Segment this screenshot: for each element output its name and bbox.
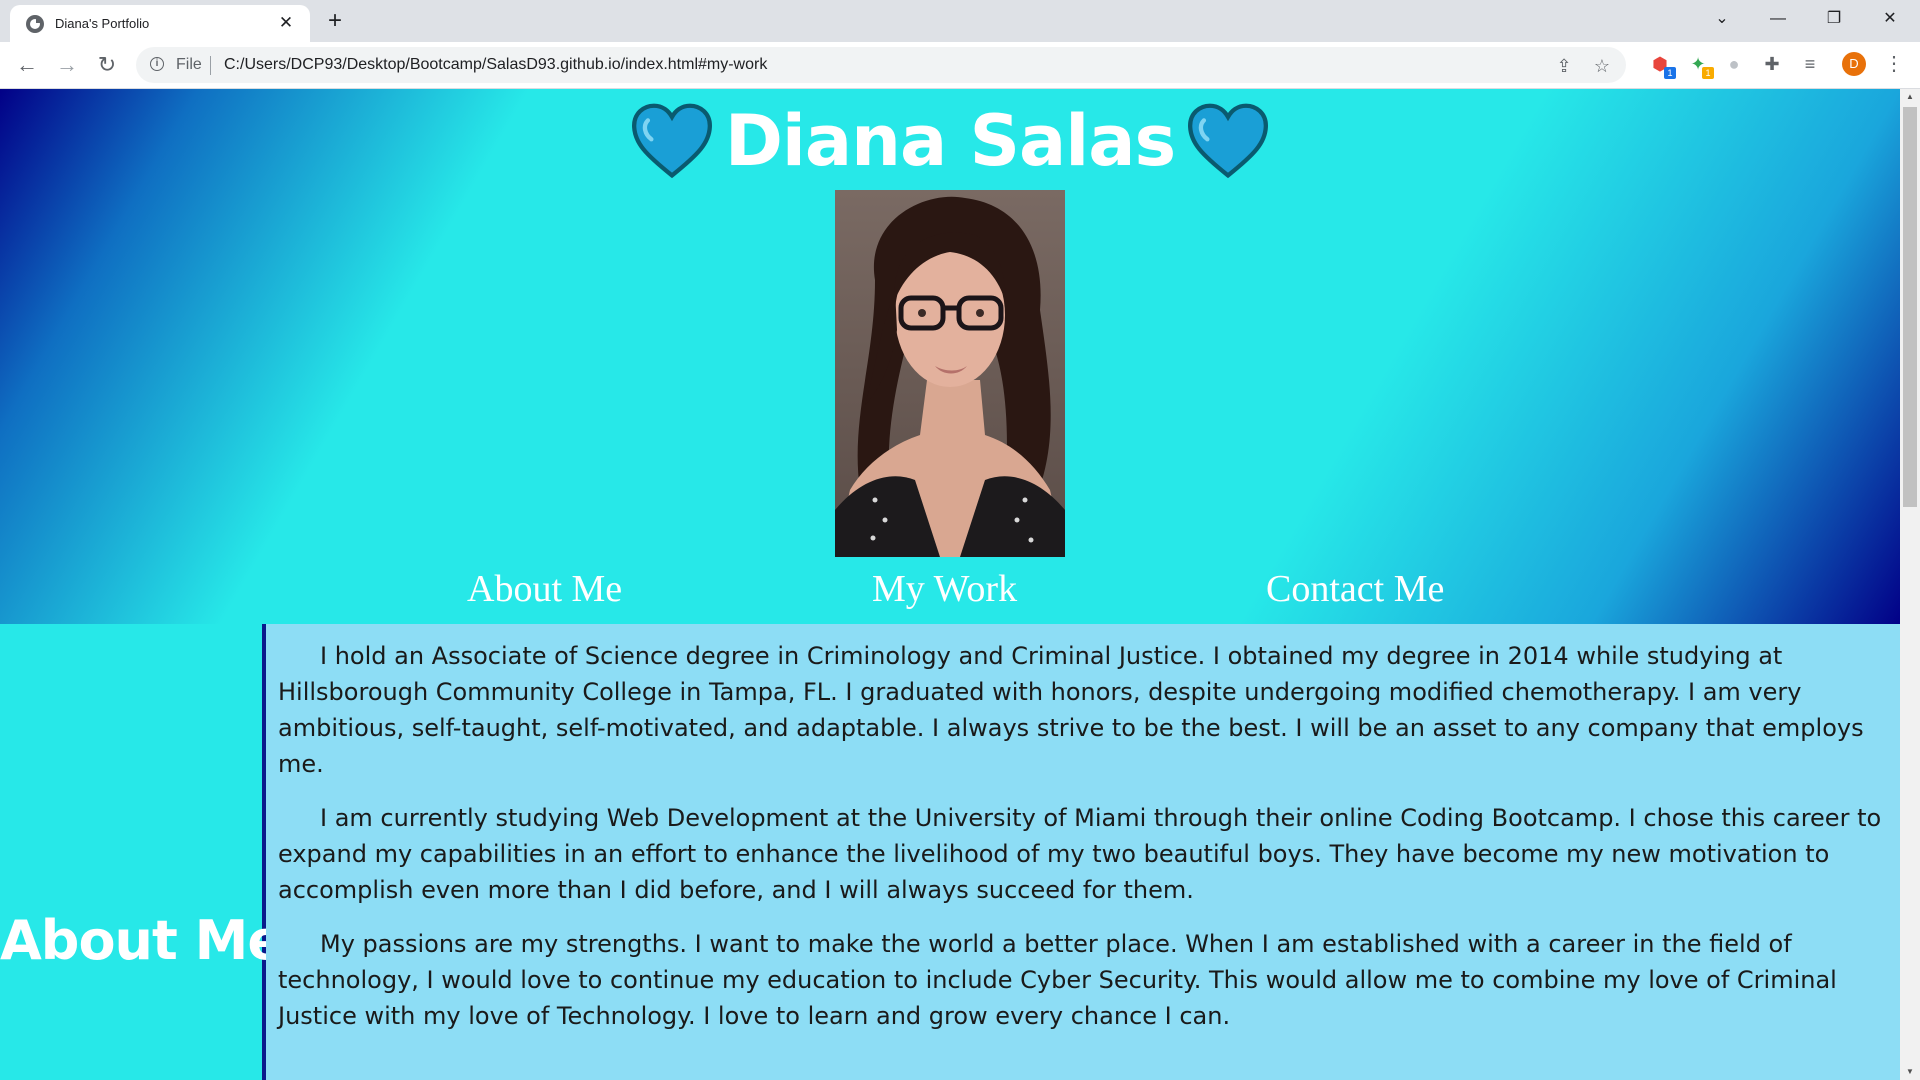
address-scheme: File [176, 56, 202, 73]
about-sidebar: About Me [0, 624, 284, 1080]
about-paragraph: I hold an Associate of Science degree in… [278, 642, 1864, 778]
browser-menu-icon[interactable]: ⋮ [1884, 50, 1904, 78]
close-tab-icon[interactable]: ✕ [276, 13, 296, 33]
nav-contact-me[interactable]: Contact Me [1266, 567, 1444, 611]
profile-photo [835, 190, 1065, 557]
page-scrollbar[interactable]: ▲ ▼ [1900, 89, 1920, 1080]
address-bar[interactable]: i File C:/Users/DCP93/Desktop/Bootcamp/S… [136, 47, 1626, 83]
nav-about-me[interactable]: About Me [467, 567, 622, 611]
site-header: Diana Salas About Me My Work Contact Me [0, 89, 1900, 624]
browser-tab-bar: Diana's Portfolio ✕ + ⌄ — ❐ ✕ [0, 0, 1920, 42]
tab-search-icon[interactable]: ⌄ [1702, 4, 1742, 34]
title-row: Diana Salas [0, 100, 1900, 182]
page-viewport: Diana Salas About Me My Work Contact Me … [0, 89, 1900, 1080]
restore-button[interactable]: ❐ [1814, 4, 1854, 34]
close-window-button[interactable]: ✕ [1870, 4, 1910, 34]
tab-title: Diana's Portfolio [55, 16, 150, 31]
heart-icon [1188, 103, 1269, 179]
forward-button[interactable]: → [52, 50, 82, 80]
extension-icon-2[interactable]: ✦ 1 [1686, 52, 1714, 79]
back-button[interactable]: ← [12, 50, 42, 80]
about-paragraph: I am currently studying Web Development … [278, 804, 1882, 904]
main-nav: About Me My Work Contact Me [0, 567, 1900, 617]
about-section: About Me I hold an Associate of Science … [0, 624, 1900, 1080]
puzzle-icon[interactable]: ✚ [1760, 52, 1784, 76]
profile-avatar[interactable]: D [1842, 52, 1866, 76]
reload-button[interactable]: ↻ [92, 50, 122, 80]
browser-tab[interactable]: Diana's Portfolio ✕ [10, 5, 310, 42]
scroll-thumb[interactable] [1903, 107, 1917, 507]
browser-toolbar: ← → ↻ i File C:/Users/DCP93/Desktop/Boot… [0, 42, 1920, 89]
scroll-up-arrow-icon[interactable]: ▲ [1900, 89, 1920, 105]
heart-icon [631, 103, 712, 179]
extension-badge-2: 1 [1702, 67, 1714, 79]
share-icon[interactable]: ⇪ [1552, 54, 1576, 78]
bookmark-star-icon[interactable]: ☆ [1590, 54, 1614, 78]
scroll-down-arrow-icon[interactable]: ▼ [1900, 1064, 1920, 1080]
extension-icon-3[interactable]: ● [1722, 52, 1746, 76]
nav-my-work[interactable]: My Work [872, 567, 1017, 611]
extension-icon-1[interactable]: ⬢ 1 [1648, 52, 1676, 79]
address-separator [210, 56, 211, 75]
minimize-button[interactable]: — [1758, 4, 1798, 34]
reading-list-icon[interactable]: ≡ [1798, 52, 1822, 76]
site-title: Diana Salas [724, 100, 1176, 182]
about-paragraph: My passions are my strengths. I want to … [278, 930, 1837, 1030]
about-body: I hold an Associate of Science degree in… [266, 624, 1900, 1080]
about-heading: About Me [0, 908, 284, 972]
info-icon[interactable]: i [150, 57, 164, 71]
extension-badge-1: 1 [1664, 67, 1676, 79]
address-url[interactable]: C:/Users/DCP93/Desktop/Bootcamp/SalasD93… [224, 56, 767, 74]
new-tab-button[interactable]: + [321, 8, 349, 36]
globe-icon [26, 15, 44, 33]
